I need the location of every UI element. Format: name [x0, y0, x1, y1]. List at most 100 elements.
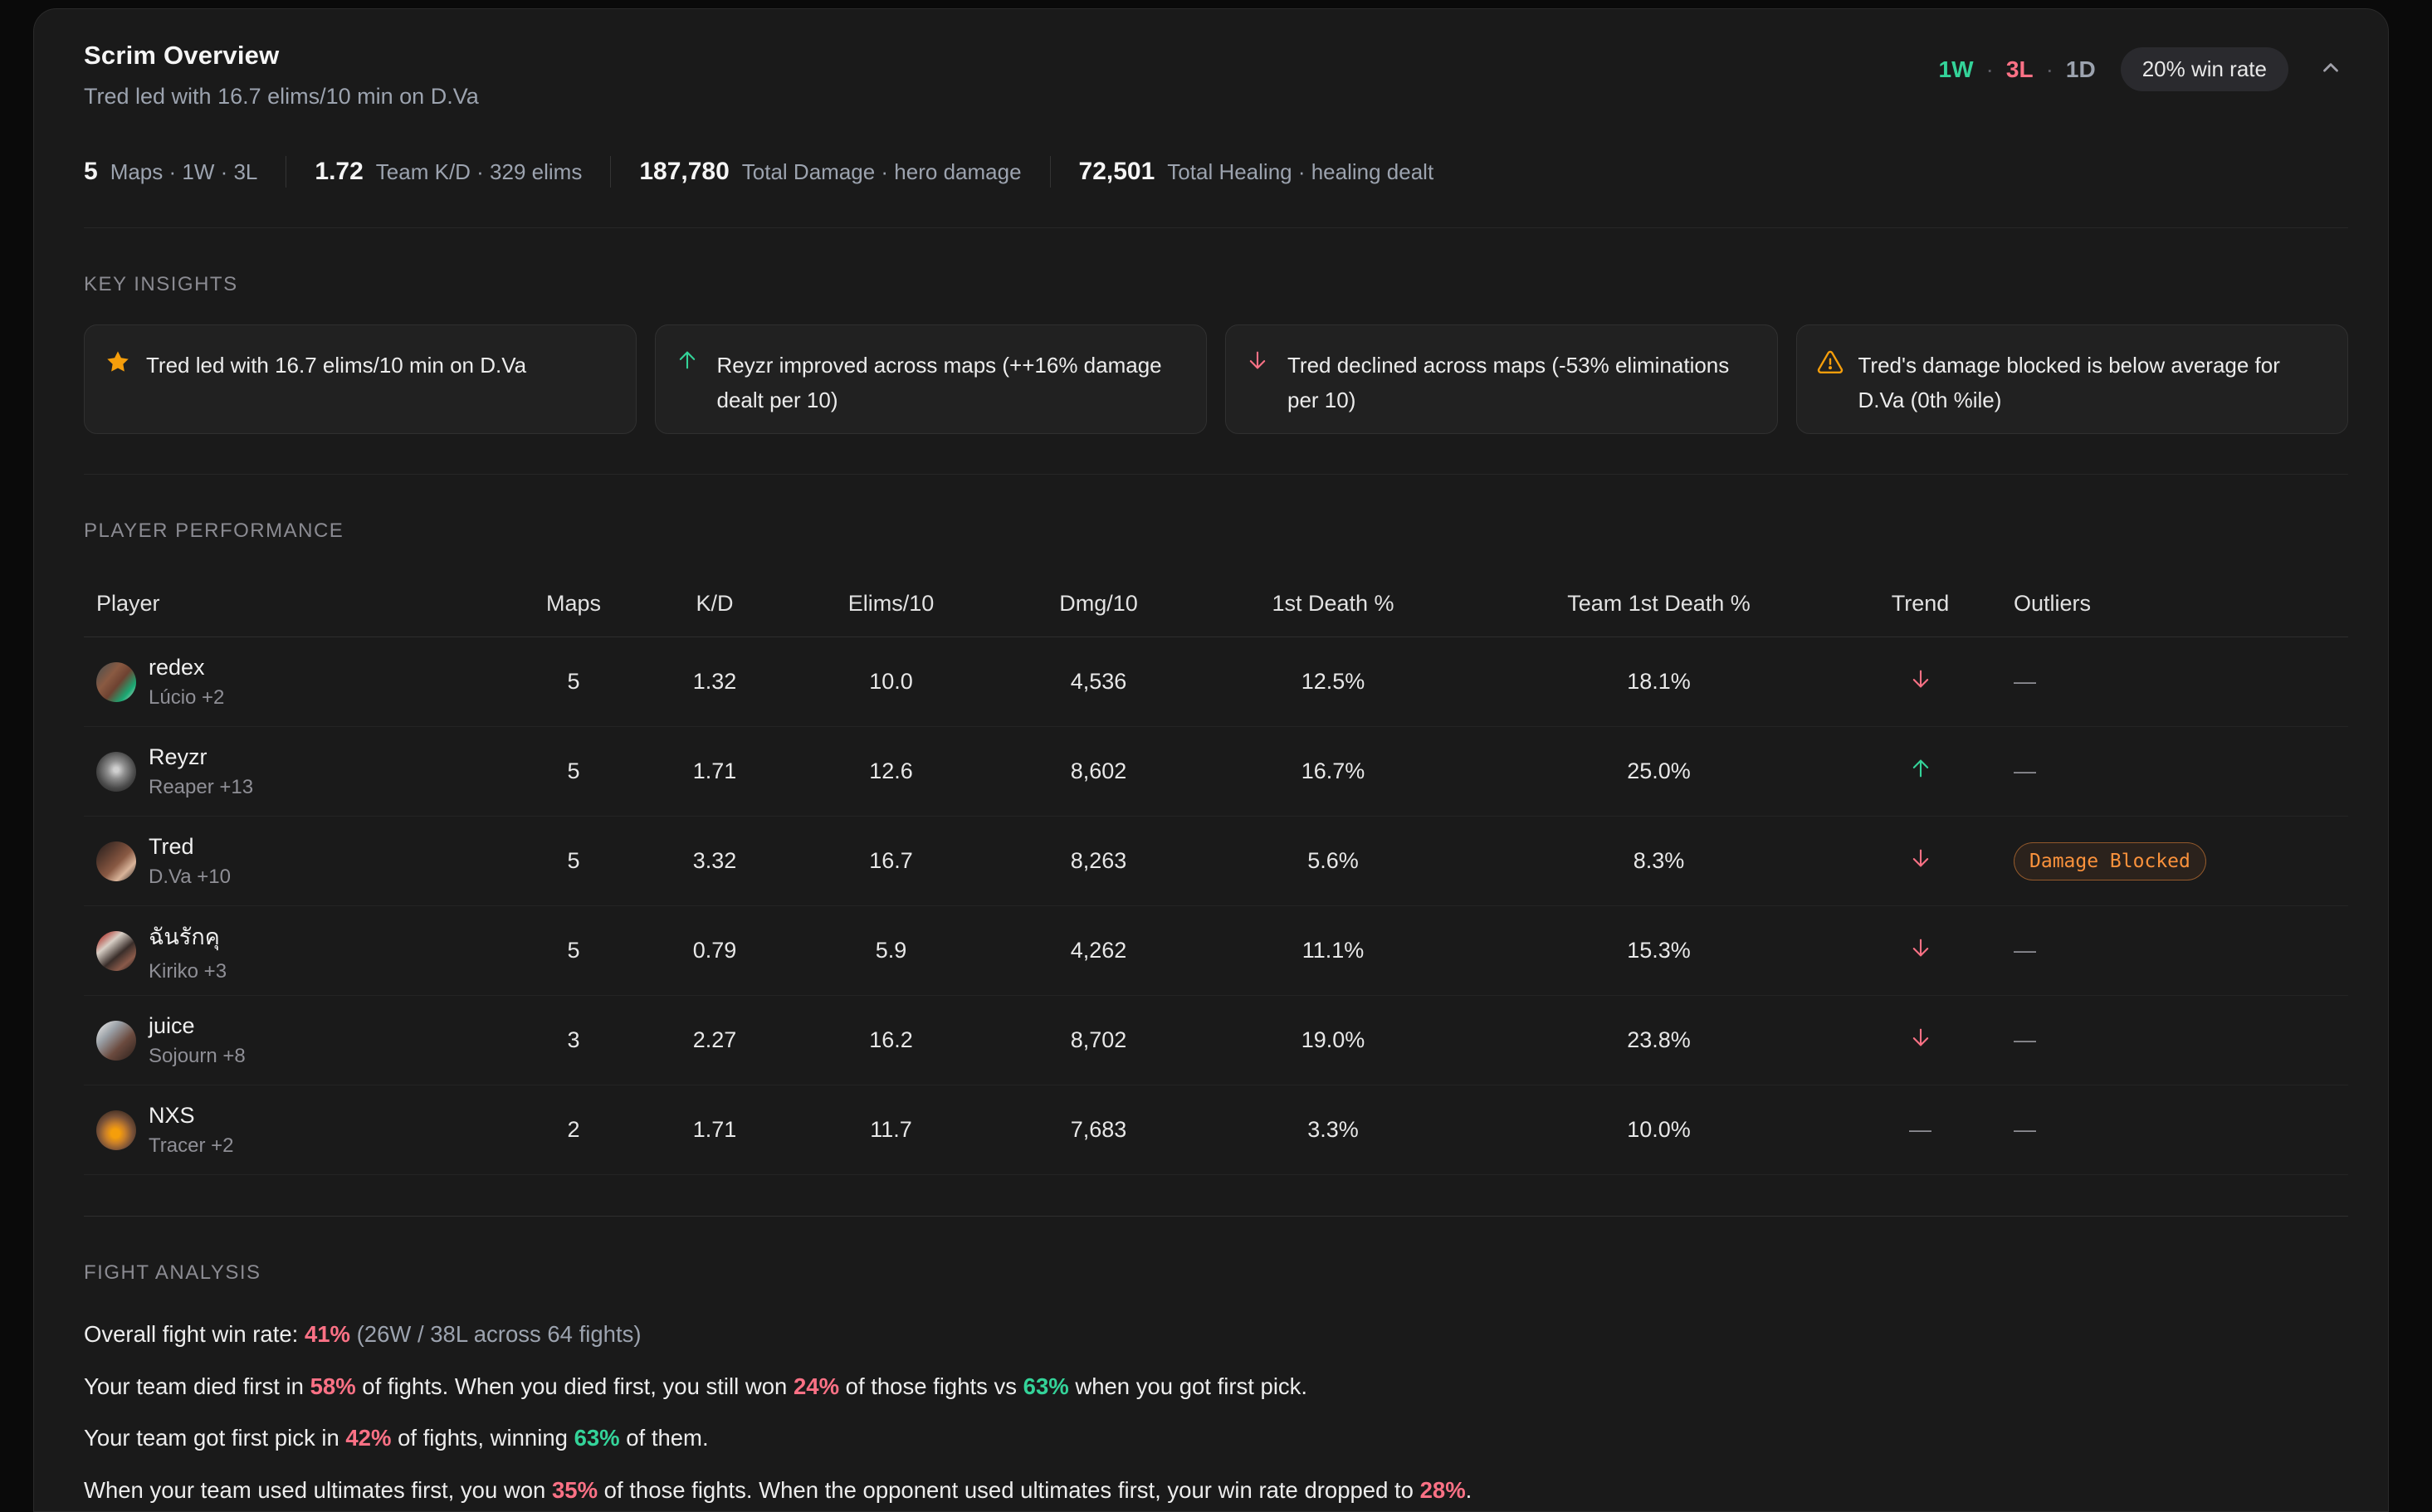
- insight-card: Tred declined across maps (-53% eliminat…: [1225, 324, 1778, 434]
- fight-text-segment: of those fights vs: [839, 1373, 1023, 1399]
- trend-down-icon: [1909, 850, 1932, 875]
- trend-empty-dash: —: [1909, 1117, 1931, 1142]
- outlier-empty-dash: —: [2014, 669, 2036, 694]
- summary-stat: 5 Maps · 1W · 3L: [84, 158, 257, 186]
- cell-outliers: —: [1960, 938, 2348, 963]
- fight-text-segment: of fights, winning: [391, 1425, 574, 1451]
- cell-elims10: 12.6: [814, 758, 968, 784]
- scrim-overview-card: Scrim Overview Tred led with 16.7 elims/…: [33, 8, 2389, 1512]
- match-record: 1W · 3L · 1D: [1939, 56, 2096, 83]
- cell-team-first-death: 25.0%: [1437, 758, 1881, 784]
- fight-text-segment: of them.: [620, 1425, 709, 1451]
- header: Scrim Overview Tred led with 16.7 elims/…: [84, 41, 2348, 110]
- cell-team-first-death: 15.3%: [1437, 938, 1881, 963]
- player-heroes: Tracer +2: [149, 1134, 233, 1158]
- fight-stat-percentage: 58%: [310, 1373, 356, 1399]
- player-heroes: Lúcio +2: [149, 686, 224, 710]
- stat-value: 72,501: [1079, 158, 1155, 186]
- player-name: Tred: [149, 834, 231, 860]
- player-cell: redexLúcio +2: [84, 655, 532, 710]
- player-names: NXS Tracer +2: [149, 1103, 233, 1158]
- record-separator: ·: [1986, 56, 1994, 83]
- outlier-empty-dash: —: [2014, 1117, 2036, 1142]
- player-avatar: [96, 1110, 136, 1150]
- player-names: ฉันรักคุKiriko +3: [149, 919, 227, 983]
- table-header-cell: Maps: [532, 591, 615, 617]
- cell-trend: [1881, 1026, 1960, 1055]
- cell-kd: 1.71: [615, 1117, 814, 1143]
- player-heroes: Reaper +13: [149, 776, 253, 799]
- arrow-up-icon: [676, 349, 706, 372]
- cell-trend: [1881, 667, 1960, 696]
- player-avatar: [96, 662, 136, 702]
- table-row: TredD.Va +1053.3216.78,2635.6%8.3%Damage…: [84, 817, 2348, 906]
- player-cell: TredD.Va +10: [84, 834, 532, 889]
- cell-dmg10: 7,683: [968, 1117, 1229, 1143]
- chevron-up-icon: [2318, 56, 2343, 83]
- outlier-empty-dash: —: [2014, 938, 2036, 963]
- cell-maps: 5: [532, 758, 615, 784]
- cell-first-death: 12.5%: [1229, 669, 1437, 695]
- player-avatar: [96, 841, 136, 881]
- fight-analysis-line: Overall fight win rate: 41% (26W / 38L a…: [84, 1323, 2348, 1346]
- record-wins: 1W: [1939, 56, 1974, 83]
- cell-kd: 3.32: [615, 848, 814, 874]
- table-header-cell: Player: [84, 591, 532, 617]
- fight-stat-percentage: 24%: [794, 1373, 839, 1399]
- cell-first-death: 3.3%: [1229, 1117, 1437, 1143]
- fight-text-segment: Overall fight win rate:: [84, 1321, 305, 1347]
- table-row: ฉันรักคุKiriko +350.795.94,26211.1%15.3%…: [84, 906, 2348, 996]
- fight-text-segment: when you got first pick.: [1069, 1373, 1307, 1399]
- record-separator: ·: [2046, 56, 2054, 83]
- outlier-empty-dash: —: [2014, 1027, 2036, 1052]
- fight-text-segment: (26W / 38L across 64 fights): [350, 1321, 642, 1347]
- stat-value: 5: [84, 158, 98, 186]
- player-name: NXS: [149, 1103, 233, 1129]
- cell-trend: —: [1881, 1117, 1960, 1143]
- key-insights-grid: Tred led with 16.7 elims/10 min on D.VaR…: [84, 324, 2348, 434]
- player-heroes: Kiriko +3: [149, 960, 227, 983]
- fight-stat-percentage: 42%: [345, 1425, 391, 1451]
- insight-card: Tred's damage blocked is below average f…: [1796, 324, 2349, 434]
- cell-maps: 3: [532, 1027, 615, 1053]
- summary-stat: 187,780Total Damage · hero damage: [639, 158, 1021, 186]
- fight-text-segment: .: [1466, 1477, 1472, 1503]
- player-performance-label: PLAYER PERFORMANCE: [84, 519, 2348, 543]
- stat-label: Team K/D · 329 elims: [376, 159, 583, 185]
- insight-card: Tred led with 16.7 elims/10 min on D.Va: [84, 324, 637, 434]
- trend-down-icon: [1909, 671, 1932, 695]
- cell-maps: 2: [532, 1117, 615, 1143]
- insight-text: Tred led with 16.7 elims/10 min on D.Va: [146, 349, 526, 383]
- cell-elims10: 11.7: [814, 1117, 968, 1143]
- trend-down-icon: [1909, 939, 1932, 964]
- cell-trend: [1881, 757, 1960, 786]
- table-row: juiceSojourn +832.2716.28,70219.0%23.8%—: [84, 996, 2348, 1085]
- player-names: redexLúcio +2: [149, 655, 224, 710]
- summary-stat: 72,501 Total Healing · healing dealt: [1079, 158, 1434, 186]
- table-header-cell: Team 1st Death %: [1437, 591, 1881, 617]
- stat-label: Total Healing · healing dealt: [1167, 159, 1433, 185]
- cell-maps: 5: [532, 669, 615, 695]
- table-header-cell: Outliers: [1960, 591, 2348, 617]
- table-row: ReyzrReaper +1351.7112.68,60216.7%25.0%—: [84, 727, 2348, 817]
- fight-text-segment: Your team got first pick in: [84, 1425, 345, 1451]
- player-cell: juiceSojourn +8: [84, 1013, 532, 1068]
- table-header-cell: K/D: [615, 591, 814, 617]
- stat-label: Maps · 1W · 3L: [110, 159, 258, 185]
- collapse-button[interactable]: [2313, 51, 2348, 88]
- fight-stat-percentage: 35%: [552, 1477, 598, 1503]
- stat-divider: [1050, 156, 1051, 188]
- warning-icon: [1817, 349, 1847, 375]
- player-cell: ฉันรักคุKiriko +3: [84, 919, 532, 983]
- player-table-footer-rule: [84, 1175, 2348, 1217]
- player-names: ReyzrReaper +13: [149, 744, 253, 799]
- player-avatar: [96, 931, 136, 971]
- cell-first-death: 19.0%: [1229, 1027, 1437, 1053]
- cell-dmg10: 8,263: [968, 848, 1229, 874]
- cell-kd: 1.32: [615, 669, 814, 695]
- cell-maps: 5: [532, 848, 615, 874]
- arrow-down-icon: [1246, 349, 1276, 372]
- cell-dmg10: 8,702: [968, 1027, 1229, 1053]
- player-names: TredD.Va +10: [149, 834, 231, 889]
- record-losses: 3L: [2006, 56, 2034, 83]
